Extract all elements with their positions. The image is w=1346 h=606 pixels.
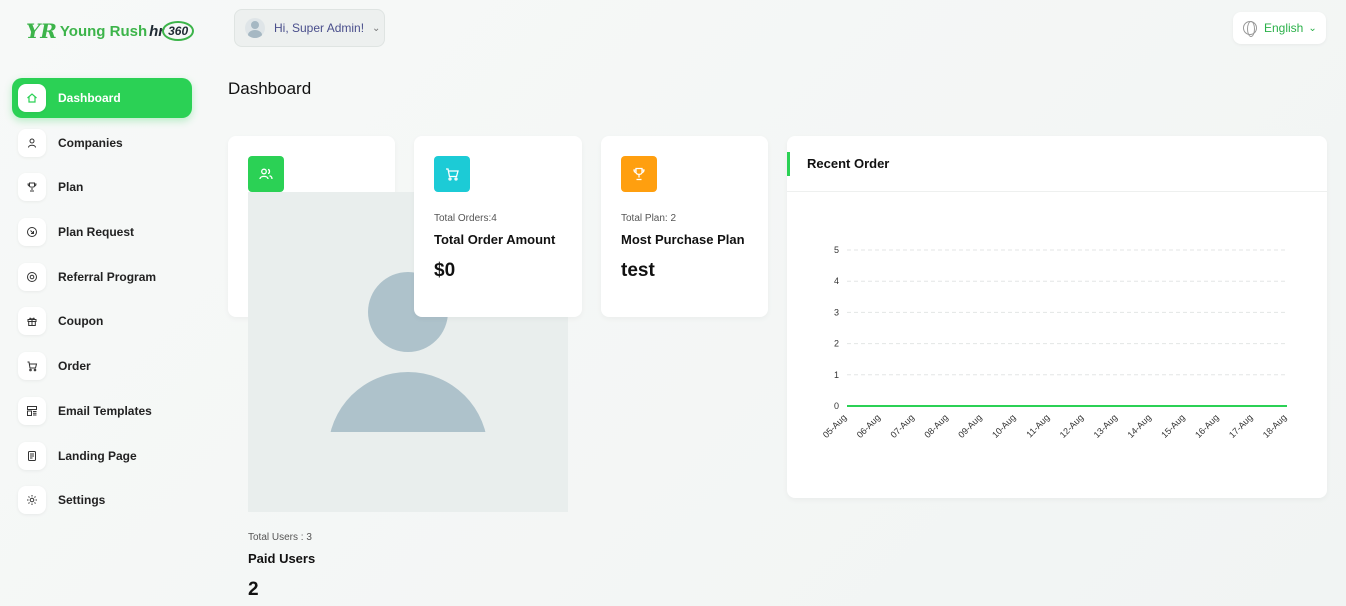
x-tick-label: 12-Aug xyxy=(1058,412,1086,440)
gear-icon xyxy=(18,486,46,515)
sidebar-item-settings[interactable]: Settings xyxy=(12,480,192,520)
x-tick-label: 14-Aug xyxy=(1125,412,1153,440)
sidebar-item-landing-page[interactable]: Landing Page xyxy=(12,436,192,476)
header-accent-bar xyxy=(787,152,790,176)
sidebar-item-label: Companies xyxy=(58,135,123,150)
user-icon xyxy=(18,128,46,157)
y-tick-label: 2 xyxy=(834,339,839,349)
language-selector[interactable]: English ⌄ xyxy=(1233,12,1326,44)
logo-name: Young Rush xyxy=(59,22,148,40)
x-tick-label: 08-Aug xyxy=(922,412,950,440)
x-tick-label: 16-Aug xyxy=(1193,412,1221,440)
sidebar-item-label: Landing Page xyxy=(58,448,137,463)
recent-order-title: Recent Order xyxy=(807,156,890,171)
sidebar-item-companies[interactable]: Companies xyxy=(12,123,192,163)
total-order-card: Total Orders:4 Total Order Amount $0 xyxy=(414,136,582,317)
x-tick-label: 18-Aug xyxy=(1261,412,1289,440)
most-purchase-plan-value: test xyxy=(621,260,655,281)
y-tick-label: 0 xyxy=(834,401,839,411)
logo-mark: YR xyxy=(26,19,57,43)
sidebar-item-label: Order xyxy=(58,359,91,374)
sidebar-item-referral-program[interactable]: Referral Program xyxy=(12,257,192,297)
trophy-icon xyxy=(18,173,46,202)
user-menu-button[interactable]: Hi, Super Admin! ⌄ xyxy=(234,9,385,47)
y-tick-label: 4 xyxy=(834,276,839,286)
sidebar-item-plan[interactable]: Plan xyxy=(12,167,192,207)
sidebar-item-label: Settings xyxy=(58,493,106,508)
y-tick-label: 3 xyxy=(834,307,839,317)
recent-order-chart: 0 1 2 3 4 5 05-Aug 06-Aug 07-Aug 08-Aug 09-Aug 10-A… xyxy=(821,245,1289,440)
user-greeting: Hi, Super Admin! xyxy=(274,21,365,35)
sidebar-item-label: Coupon xyxy=(58,314,104,329)
x-tick-label: 06-Aug xyxy=(855,412,883,440)
x-tick-label: 11-Aug xyxy=(1024,412,1051,439)
avatar xyxy=(245,18,265,38)
sidebar-item-label: Plan xyxy=(58,180,84,195)
sidebar-item-label: Referral Program xyxy=(58,269,157,284)
total-order-amount-value: $0 xyxy=(434,260,456,281)
x-tick-label: 10-Aug xyxy=(990,412,1018,440)
recent-order-card: Recent Order 0 1 2 3 4 5 05-Aug 06-Aug 07-Aug 08-… xyxy=(787,136,1327,498)
trophy-icon xyxy=(621,156,657,192)
sidebar-item-label: Plan Request xyxy=(58,225,135,240)
x-tick-label: 05-Aug xyxy=(821,412,849,440)
avatar-base xyxy=(328,432,488,512)
brand-logo[interactable]: YR Young Rush hr 360 xyxy=(26,16,195,46)
most-purchase-plan-card: Total Plan: 2 Most Purchase Plan test xyxy=(601,136,768,317)
chevron-down-icon: ⌄ xyxy=(1308,22,1317,34)
language-label: English xyxy=(1264,21,1304,35)
x-tick-label: 15-Aug xyxy=(1159,412,1187,440)
recent-order-header: Recent Order xyxy=(787,136,1327,192)
page-icon xyxy=(18,441,46,470)
template-icon xyxy=(18,396,46,425)
x-tick-label: 17-Aug xyxy=(1227,412,1255,440)
sidebar-item-coupon[interactable]: Coupon xyxy=(12,301,192,341)
cart-icon xyxy=(434,156,470,192)
logo-360: 360 xyxy=(162,21,195,41)
sidebar-item-plan-request[interactable]: Plan Request xyxy=(12,212,192,252)
total-orders-label: Total Orders:4 xyxy=(434,213,497,224)
most-purchase-plan-title: Most Purchase Plan xyxy=(621,232,745,247)
y-tick-label: 5 xyxy=(834,245,839,255)
chevron-down-icon: ⌄ xyxy=(372,22,381,34)
paid-users-title: Paid Users xyxy=(248,551,316,566)
users-icon xyxy=(248,156,284,192)
y-tick-label: 1 xyxy=(834,370,839,380)
page-title: Dashboard xyxy=(228,79,312,98)
x-tick-label: 13-Aug xyxy=(1092,412,1120,440)
x-tick-label: 09-Aug xyxy=(956,412,984,440)
sidebar-item-label: Email Templates xyxy=(58,403,152,418)
arrow-circle-icon xyxy=(18,218,46,247)
total-order-amount-title: Total Order Amount xyxy=(434,232,556,247)
sidebar-item-dashboard[interactable]: Dashboard xyxy=(12,78,192,118)
x-tick-label: 07-Aug xyxy=(889,412,917,440)
badge-icon xyxy=(18,262,46,291)
sidebar-item-email-templates[interactable]: Email Templates xyxy=(12,391,192,431)
home-icon xyxy=(18,84,46,112)
sidebar-item-order[interactable]: Order xyxy=(12,346,192,386)
paid-users-value: 2 xyxy=(248,579,259,600)
total-users-label: Total Users : 3 xyxy=(248,532,312,543)
cart-icon xyxy=(18,352,46,381)
gift-icon xyxy=(18,307,46,336)
globe-icon xyxy=(1243,21,1257,37)
sidebar: Dashboard Companies Plan Plan Request Re… xyxy=(12,78,192,525)
total-plan-label: Total Plan: 2 xyxy=(621,213,677,224)
sidebar-item-label: Dashboard xyxy=(58,91,121,105)
